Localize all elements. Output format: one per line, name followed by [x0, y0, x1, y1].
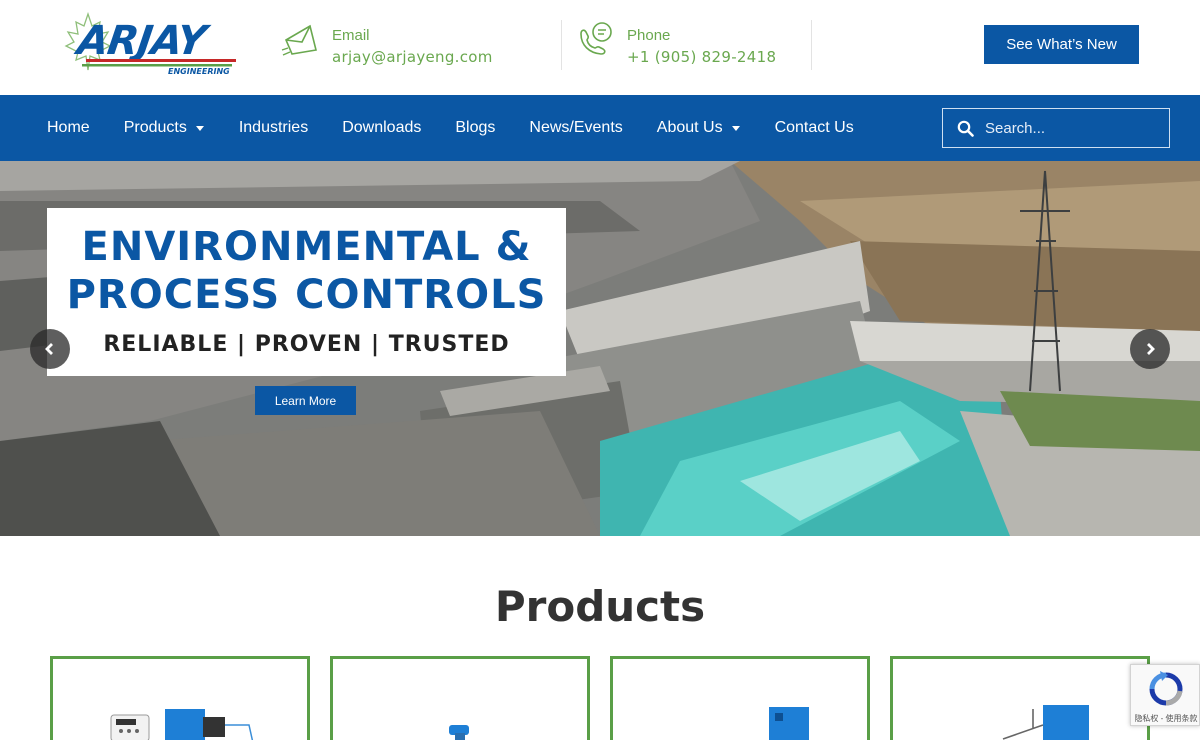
recaptcha-icon [1149, 671, 1183, 706]
hero-slider: ENVIRONMENTAL & PROCESS CONTROLS RELIABL… [0, 161, 1200, 536]
product-image [110, 709, 254, 740]
divider [561, 20, 562, 70]
svg-text:ARJAY: ARJAY [72, 18, 213, 64]
nav-item-label: News/Events [529, 119, 623, 136]
caret-down-icon [731, 126, 740, 131]
nav-item-label: Home [47, 119, 90, 136]
product-card[interactable] [890, 656, 1150, 740]
search-icon [957, 120, 974, 137]
product-card[interactable] [330, 656, 590, 740]
products-title: Products [494, 582, 706, 631]
phone-number[interactable]: +1 (905) 829-2418 [627, 45, 776, 69]
hero-headline-line1: ENVIRONMENTAL & [81, 224, 532, 270]
hero-tagline: RELIABLE | PROVEN | TRUSTED [103, 332, 510, 357]
envelope-icon [281, 24, 317, 56]
nav-item-news-events[interactable]: News/Events [512, 119, 639, 137]
hero-banner: ENVIRONMENTAL & PROCESS CONTROLS RELIABL… [47, 208, 566, 376]
product-image [1002, 705, 1089, 740]
search-box[interactable] [942, 108, 1170, 148]
caret-down-icon [195, 126, 204, 131]
nav-item-contact-us[interactable]: Contact Us [758, 119, 871, 137]
nav-item-downloads[interactable]: Downloads [325, 119, 438, 137]
chevron-left-icon [45, 343, 53, 355]
nav-item-label: About Us [656, 119, 723, 136]
phone-label: Phone [627, 27, 671, 44]
divider [811, 20, 812, 70]
svg-text:ENGINEERING: ENGINEERING [168, 67, 230, 76]
nav-item-products[interactable]: Products [107, 119, 222, 137]
email-label: Email [332, 27, 370, 44]
product-card[interactable] [50, 656, 310, 740]
see-whats-new-button[interactable]: See What’s New [984, 25, 1139, 64]
nav-item-label: Products [123, 119, 187, 136]
product-image [769, 707, 809, 740]
main-nav: Home Products Industries Downloads Blogs News… [0, 95, 1200, 161]
slider-next-button[interactable] [1130, 329, 1170, 369]
recaptcha-badge[interactable]: 隐私权 - 使用条款 [1130, 664, 1200, 726]
search-input[interactable] [985, 119, 1155, 137]
product-image [449, 725, 469, 740]
nav-item-blogs[interactable]: Blogs [438, 119, 512, 137]
product-card[interactable] [610, 656, 870, 740]
phone-contact[interactable]: Phone +1 (905) 829-2418 [575, 20, 776, 70]
email-address[interactable]: arjay@arjayeng.com [332, 45, 493, 69]
nav-item-about-us[interactable]: About Us [640, 119, 758, 137]
hero-headline-line2: PROCESS CONTROLS [66, 272, 547, 318]
nav-item-label: Blogs [455, 119, 496, 136]
arjay-logo[interactable]: ARJAY ENGINEERING [58, 12, 250, 76]
nav-menu: Home Products Industries Downloads Blogs News… [30, 95, 871, 161]
top-bar: ARJAY ENGINEERING Email arjay@arjayeng.c… [0, 0, 1200, 95]
slider-prev-button[interactable] [30, 329, 70, 369]
email-contact[interactable]: Email arjay@arjayeng.com [280, 20, 493, 70]
phone-chat-icon [580, 22, 612, 55]
nav-item-home[interactable]: Home [30, 119, 107, 137]
learn-more-button[interactable]: Learn More [255, 386, 356, 415]
chevron-right-icon [1147, 343, 1155, 355]
nav-item-label: Industries [238, 119, 309, 136]
products-section: Products 隐私权 - 使用条款 [0, 536, 1200, 740]
nav-item-label: Downloads [342, 119, 422, 136]
nav-item-label: Contact Us [774, 119, 854, 136]
nav-item-industries[interactable]: Industries [222, 119, 325, 137]
recaptcha-terms[interactable]: 隐私权 - 使用条款 [1133, 713, 1199, 724]
